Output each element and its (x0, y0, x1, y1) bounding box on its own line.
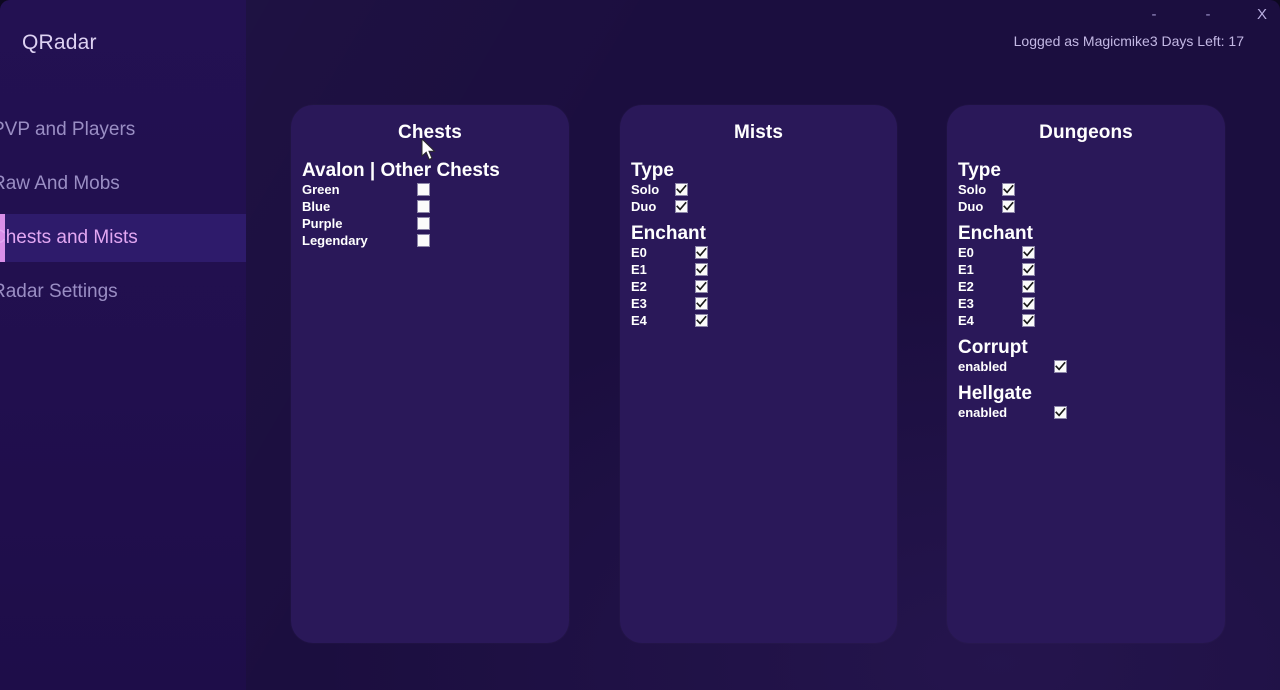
option-row[interactable]: E0 (958, 244, 1215, 261)
panel-chests: Chests Avalon | Other Chests Green Blue Pur… (291, 105, 569, 643)
option-label: E0 (958, 245, 974, 260)
group-heading: Type (958, 160, 1001, 181)
option-label: Purple (302, 216, 343, 231)
option-row[interactable]: Solo (958, 181, 1215, 198)
checkbox-checked-icon[interactable] (675, 183, 688, 196)
checkbox-checked-icon[interactable] (695, 263, 708, 276)
group-heading: Type (631, 160, 674, 181)
group-heading: Corrupt (958, 337, 1028, 358)
option-row[interactable]: E1 (631, 261, 887, 278)
checkbox-unchecked-icon[interactable] (417, 200, 430, 213)
option-row[interactable]: Solo (631, 181, 887, 198)
option-label: E0 (631, 245, 647, 260)
close-button[interactable]: X (1254, 4, 1270, 26)
checkbox-unchecked-icon[interactable] (417, 234, 430, 247)
option-row[interactable]: Purple (302, 215, 559, 232)
option-label: E1 (631, 262, 647, 277)
option-label: Duo (631, 199, 657, 214)
option-label: Solo (958, 182, 987, 197)
option-row[interactable]: Green (302, 181, 559, 198)
group-heading: Enchant (958, 223, 1033, 244)
window-controls: --X (1146, 4, 1270, 26)
app-window: QRadar PVP and Players Raw And Mobs Chests… (0, 0, 1280, 690)
maximize-button[interactable]: - (1200, 4, 1216, 26)
sidebar-item-pvp-and-players[interactable]: PVP and Players (0, 106, 246, 154)
sidebar-item-radar-settings[interactable]: Radar Settings (0, 268, 246, 316)
sidebar-item-chests-and-mists[interactable]: Chests and Mists (0, 214, 246, 262)
panel-title: Chests (398, 122, 462, 143)
checkbox-checked-icon[interactable] (1022, 263, 1035, 276)
checkbox-checked-icon[interactable] (675, 200, 688, 213)
option-row[interactable]: Duo (631, 198, 887, 215)
option-row[interactable]: E2 (958, 278, 1215, 295)
checkbox-checked-icon[interactable] (1054, 360, 1067, 373)
sidebar-item-label: Raw And Mobs (0, 173, 120, 194)
checkbox-checked-icon[interactable] (1022, 246, 1035, 259)
option-label: Duo (958, 199, 984, 214)
checkbox-unchecked-icon[interactable] (417, 183, 430, 196)
option-row[interactable]: Blue (302, 198, 559, 215)
option-row[interactable]: E3 (958, 295, 1215, 312)
option-label: E3 (958, 296, 974, 311)
panel-mists: Mists Type Solo Duo Enchant E0 E1 E2 E3 E4 (620, 105, 897, 643)
checkbox-checked-icon[interactable] (1022, 280, 1035, 293)
option-row[interactable]: E2 (631, 278, 887, 295)
option-label: Green (302, 182, 340, 197)
option-row[interactable]: Legendary (302, 232, 559, 249)
minimize-button[interactable]: - (1146, 4, 1162, 26)
option-label: Legendary (302, 233, 368, 248)
sidebar: QRadar PVP and Players Raw And Mobs Chests… (0, 0, 246, 690)
sidebar-item-label: Chests and Mists (0, 227, 138, 248)
checkbox-checked-icon[interactable] (695, 280, 708, 293)
checkbox-checked-icon[interactable] (1022, 314, 1035, 327)
checkbox-unchecked-icon[interactable] (417, 217, 430, 230)
option-row[interactable]: E1 (958, 261, 1215, 278)
panel-body: Avalon | Other Chests Green Blue Purple Lege… (302, 160, 559, 249)
option-row[interactable]: E0 (631, 244, 887, 261)
checkbox-checked-icon[interactable] (1054, 406, 1067, 419)
option-label: enabled (958, 405, 1008, 420)
checkbox-checked-icon[interactable] (1002, 183, 1015, 196)
panel-body: Type Solo Duo Enchant E0 E1 E2 E3 E4 Corrupt enabl… (958, 160, 1215, 421)
group-heading: Hellgate (958, 383, 1032, 404)
checkbox-checked-icon[interactable] (1002, 200, 1015, 213)
group-heading: Enchant (631, 223, 706, 244)
option-row[interactable]: E4 (958, 312, 1215, 329)
checkbox-checked-icon[interactable] (695, 246, 708, 259)
option-row[interactable]: Duo (958, 198, 1215, 215)
option-label: E4 (958, 313, 974, 328)
panel-title: Mists (733, 122, 784, 143)
sidebar-item-raw-and-mobs[interactable]: Raw And Mobs (0, 160, 246, 208)
panel-body: Type Solo Duo Enchant E0 E1 E2 E3 E4 (631, 160, 887, 329)
option-label: E2 (958, 279, 974, 294)
checkbox-checked-icon[interactable] (695, 314, 708, 327)
option-row[interactable]: enabled (958, 404, 1215, 421)
option-label: enabled (958, 359, 1008, 374)
login-status: Logged as Magicmike3 Days Left: 17 (1013, 33, 1244, 49)
option-row[interactable]: E3 (631, 295, 887, 312)
option-label: E4 (631, 313, 647, 328)
panel-title: Dungeons (1039, 122, 1133, 143)
option-label: Solo (631, 182, 660, 197)
option-label: E2 (631, 279, 647, 294)
checkbox-checked-icon[interactable] (695, 297, 708, 310)
option-row[interactable]: enabled (958, 358, 1215, 375)
group-heading: Avalon | Other Chests (302, 160, 500, 181)
option-row[interactable]: E4 (631, 312, 887, 329)
sidebar-item-label: PVP and Players (0, 119, 136, 140)
option-label: Blue (302, 199, 331, 214)
checkbox-checked-icon[interactable] (1022, 297, 1035, 310)
panel-dungeons: Dungeons Type Solo Duo Enchant E0 E1 E2 E3 E4 Cor… (947, 105, 1225, 643)
sidebar-item-label: Radar Settings (0, 281, 118, 302)
option-label: E3 (631, 296, 647, 311)
app-title: QRadar (22, 31, 97, 54)
option-label: E1 (958, 262, 974, 277)
